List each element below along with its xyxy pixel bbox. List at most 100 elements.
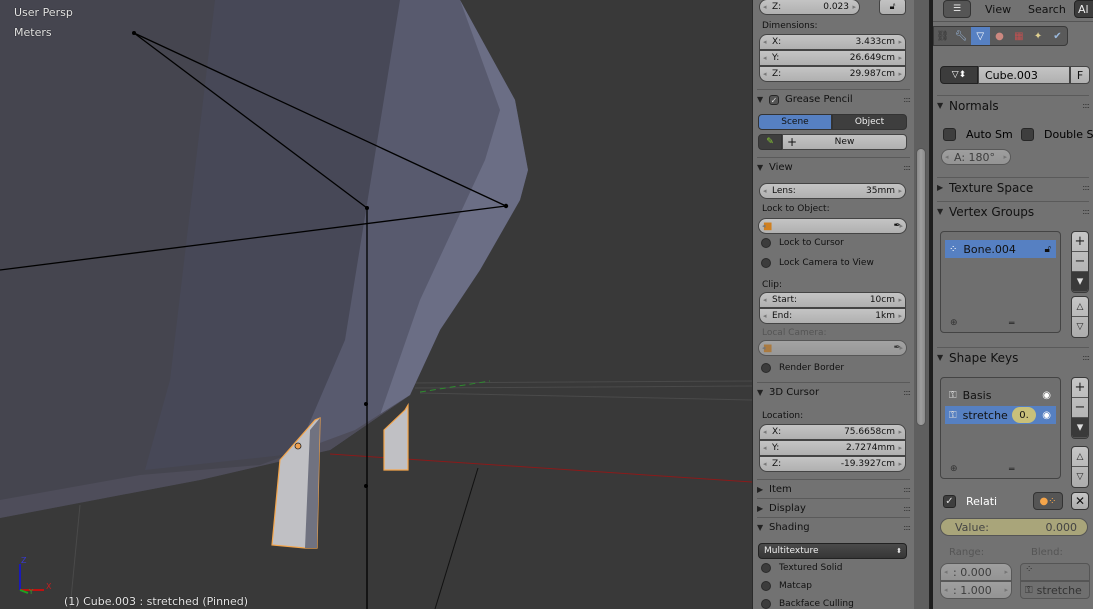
browse-mesh-button[interactable]: ▽⬍ <box>940 66 978 84</box>
shape-key-value-field[interactable]: 0. <box>1012 407 1036 423</box>
blend-relative-key-field[interactable]: ⚿ stretche <box>1020 581 1090 599</box>
eyedropper-icon[interactable]: ✒ <box>893 221 901 231</box>
move-up-button[interactable]: △ <box>1072 447 1088 467</box>
drag-grip-icon[interactable]: :::: <box>1082 353 1090 362</box>
lock-to-cursor-toggle[interactable]: Lock to Cursor <box>761 238 844 248</box>
range-max-field[interactable]: : 1.000 <box>940 581 1012 599</box>
dimension-x-field[interactable]: X:3.433cm <box>759 34 906 50</box>
modifier-wrench-icon[interactable]: 🔧︎ <box>951 27 970 45</box>
filter-options-icon[interactable]: ⊕ <box>950 464 958 474</box>
grease-pencil-header[interactable]: ▼ ✓ Grease Pencil :::: <box>757 89 911 109</box>
shape-edit-mode-button[interactable]: ●⁘ <box>1033 492 1063 510</box>
local-camera-field[interactable]: ■ ✒ <box>758 340 907 356</box>
drag-grip-icon[interactable]: :::: <box>903 95 911 104</box>
eye-icon[interactable]: ◉ <box>1042 390 1051 401</box>
cursor-y-field[interactable]: Y:2.7274mm <box>759 440 906 456</box>
move-down-button[interactable]: ▽ <box>1072 467 1088 487</box>
remove-shape-key-button[interactable]: − <box>1072 398 1088 418</box>
normals-header[interactable]: ▼ Normals :::: <box>937 95 1090 115</box>
texture-space-header[interactable]: ▶ Texture Space :::: <box>937 177 1090 197</box>
drag-grip-icon[interactable]: :::: <box>903 485 911 494</box>
textured-solid-toggle[interactable]: Textured Solid <box>761 563 842 573</box>
shelf-scrollbar[interactable] <box>914 0 930 609</box>
drag-grip-icon[interactable]: :::: <box>903 523 911 532</box>
3d-cursor-header[interactable]: ▼ 3D Cursor :::: <box>757 382 911 402</box>
drag-grip-icon[interactable]: :::: <box>903 388 911 397</box>
shape-key-icon: ⚿ <box>949 389 957 401</box>
lock-rotation-button[interactable]: 🔓︎ <box>879 0 906 15</box>
backface-culling-toggle[interactable]: Backface Culling <box>761 599 854 609</box>
render-border-toggle[interactable]: Render Border <box>761 363 844 373</box>
shape-key-specials-button[interactable]: ▾ <box>1072 418 1088 438</box>
material-icon[interactable]: ● <box>990 27 1009 45</box>
display-header[interactable]: ▶ Display :::: <box>757 498 911 518</box>
properties-editor: ☰ View Search Al ⛓ 🔧︎ ▽ ● ▦ ✦ ✔ ▽⬍ Cube.… <box>933 0 1093 609</box>
shape-key-item[interactable]: ⚿ stretche 0. ◉ <box>945 406 1056 424</box>
list-resize-handle[interactable]: ═ <box>1009 319 1014 329</box>
move-up-button[interactable]: △ <box>1072 297 1088 317</box>
shape-keys-header[interactable]: ▼ Shape Keys :::: <box>937 347 1090 367</box>
clear-shape-keys-button[interactable]: ✕ <box>1071 492 1089 510</box>
blend-vertex-group-field[interactable]: ⁘ <box>1020 563 1090 581</box>
matcap-toggle[interactable]: Matcap <box>761 581 812 591</box>
tab-scene[interactable]: Scene <box>758 114 832 130</box>
drag-grip-icon[interactable]: :::: <box>1082 101 1090 110</box>
shape-key-buttons: + − ▾ <box>1071 377 1089 439</box>
shape-key-item[interactable]: ⚿ Basis ◉ <box>945 386 1056 404</box>
relative-toggle[interactable]: ✓ Relati <box>943 495 997 508</box>
list-resize-handle[interactable]: ═ <box>1009 465 1014 475</box>
menu-view[interactable]: View <box>985 3 1011 16</box>
vertex-group-specials-button[interactable]: ▾ <box>1072 272 1088 292</box>
double-sided-toggle[interactable]: Double S <box>1021 128 1093 141</box>
grease-pencil-checkbox[interactable]: ✓ <box>769 94 779 105</box>
particles-icon[interactable]: ✦ <box>1028 27 1047 45</box>
scrollbar-thumb[interactable] <box>916 148 926 426</box>
lock-icon[interactable]: 🔓︎ <box>1045 244 1051 255</box>
item-header[interactable]: ▶ Item :::: <box>757 479 911 499</box>
drag-grip-icon[interactable]: :::: <box>903 504 911 513</box>
clip-start-field[interactable]: Start:10cm <box>759 292 906 308</box>
drag-grip-icon[interactable]: :::: <box>1082 183 1090 192</box>
autosmooth-angle-field[interactable]: A: 180° <box>941 149 1011 165</box>
remove-vertex-group-button[interactable]: − <box>1072 252 1088 272</box>
lock-camera-to-view-toggle[interactable]: Lock Camera to View <box>761 258 874 268</box>
new-grease-pencil-button[interactable]: + New <box>782 134 907 150</box>
menu-search[interactable]: Search <box>1028 3 1066 16</box>
cursor-z-field[interactable]: Z:-19.3927cm <box>759 456 906 472</box>
clip-end-field[interactable]: End:1km <box>759 308 906 324</box>
mesh-data-icon[interactable]: ▽ <box>970 27 990 45</box>
auto-smooth-toggle[interactable]: Auto Sm <box>943 128 1013 141</box>
vertex-groups-header[interactable]: ▼ Vertex Groups :::: <box>937 201 1090 221</box>
view-header[interactable]: ▼ View :::: <box>757 157 911 177</box>
editor-type-button[interactable]: ☰ <box>943 0 971 18</box>
cursor-x-field[interactable]: X:75.6658cm <box>759 424 906 440</box>
dimension-z-field[interactable]: Z:29.987cm <box>759 66 906 82</box>
constraint-link-icon[interactable]: ⛓ <box>934 27 951 45</box>
shading-header[interactable]: ▼ Shading :::: <box>757 517 911 537</box>
rotation-z-field[interactable]: Z:0.023 <box>759 0 860 15</box>
lock-object-field[interactable]: ■ ✒ <box>758 218 907 234</box>
tab-object[interactable]: Object <box>832 114 907 130</box>
filter-all-button[interactable]: Al <box>1074 0 1093 18</box>
3d-viewport[interactable]: Z X Y User Persp Meters (1) Cube.003 : s… <box>0 0 752 609</box>
eyedropper-icon[interactable]: ✒ <box>893 343 901 353</box>
pencil-browse-button[interactable]: ✎ <box>758 134 782 150</box>
mesh-name-field[interactable]: Cube.003 <box>978 66 1070 84</box>
shape-value-slider[interactable]: Value: 0.000 <box>940 518 1088 536</box>
dimension-y-field[interactable]: Y:26.649cm <box>759 50 906 66</box>
filter-options-icon[interactable]: ⊕ <box>950 318 958 328</box>
add-shape-key-button[interactable]: + <box>1072 378 1088 398</box>
add-vertex-group-button[interactable]: + <box>1072 232 1088 252</box>
drag-grip-icon[interactable]: :::: <box>1082 207 1090 216</box>
range-min-field[interactable]: : 0.000 <box>940 563 1012 581</box>
move-down-button[interactable]: ▽ <box>1072 317 1088 337</box>
mesh-datablock-selector: ▽⬍ Cube.003 F <box>940 66 1090 84</box>
shading-mode-dropdown[interactable]: Multitexture ⬍ <box>758 543 907 559</box>
lens-field[interactable]: Lens:35mm <box>759 183 906 199</box>
vertex-group-item[interactable]: ⁘ Bone.004 🔓︎ <box>945 240 1056 258</box>
eye-icon[interactable]: ◉ <box>1042 410 1051 421</box>
drag-grip-icon[interactable]: :::: <box>903 163 911 172</box>
texture-icon[interactable]: ▦ <box>1009 27 1028 45</box>
physics-icon[interactable]: ✔ <box>1048 27 1067 45</box>
fake-user-button[interactable]: F <box>1070 66 1090 84</box>
